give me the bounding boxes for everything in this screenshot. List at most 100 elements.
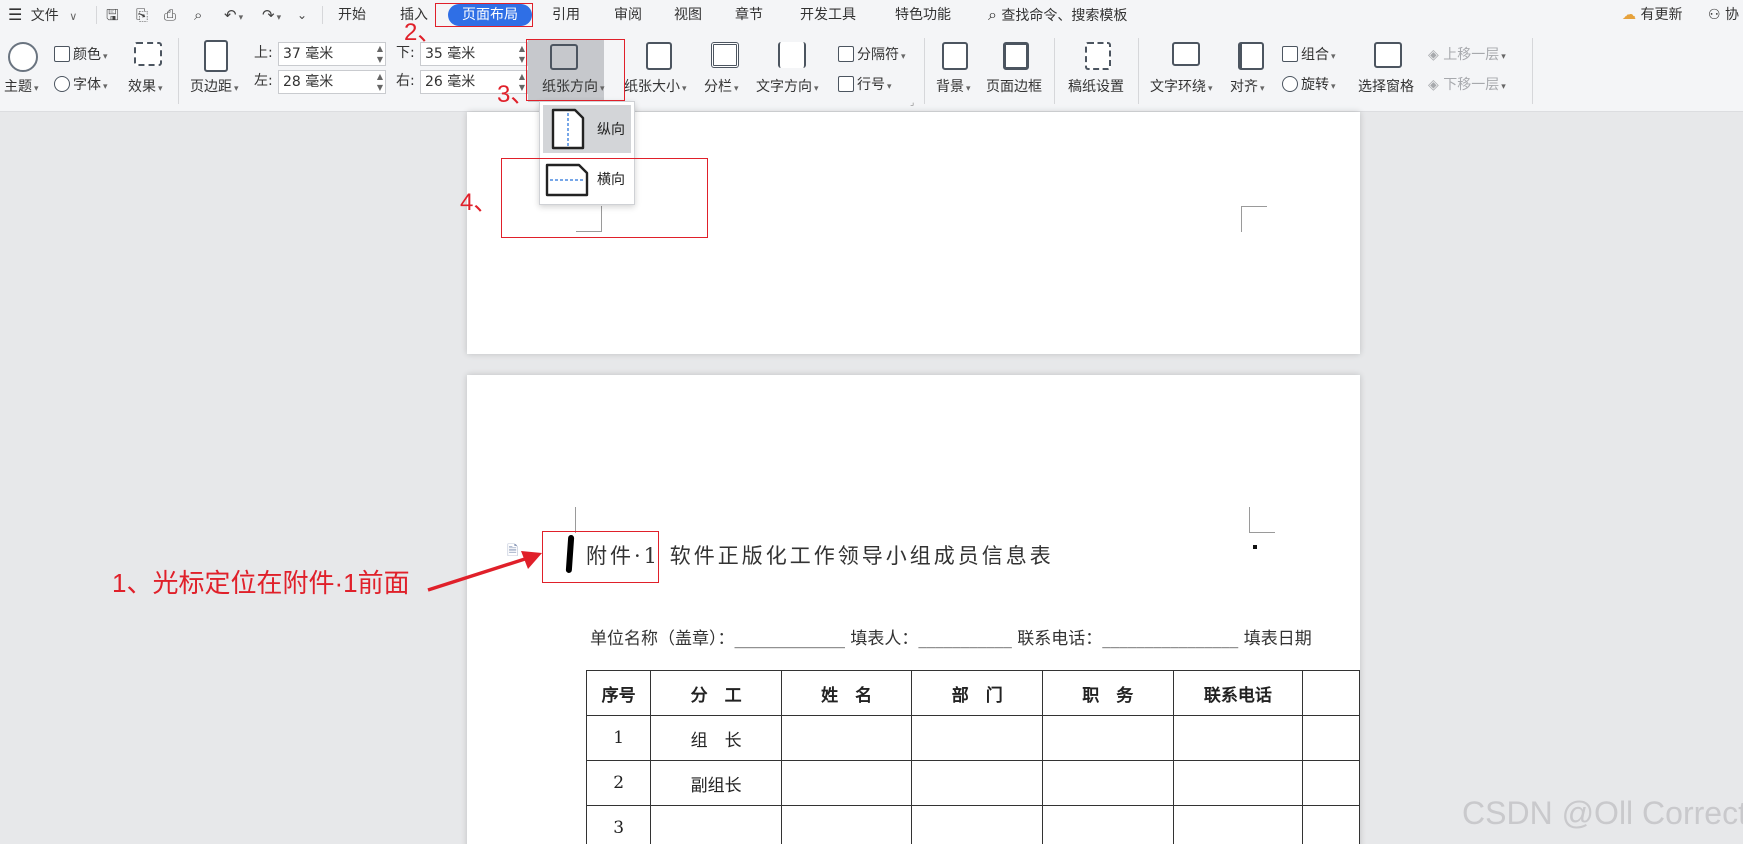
margins-icon[interactable]: [204, 40, 228, 72]
table-cell[interactable]: 3: [586, 805, 652, 844]
save-icon[interactable]: 🖫: [106, 4, 119, 26]
hamburger-icon: ☰: [8, 5, 23, 24]
table-cell[interactable]: [1302, 805, 1360, 844]
tab-home[interactable]: 开始: [338, 4, 366, 26]
table-cell[interactable]: 1: [586, 715, 652, 761]
text-wrap-icon[interactable]: [1172, 42, 1200, 66]
table-cell[interactable]: [1041, 715, 1174, 761]
separator-button[interactable]: 分隔符 ▾: [838, 46, 906, 66]
right-margin-label: 右:: [396, 73, 415, 89]
selection-pane-icon[interactable]: [1374, 42, 1402, 68]
columns-label: 分栏: [704, 79, 732, 95]
print-preview-icon[interactable]: ⌕: [194, 4, 202, 26]
theme-button[interactable]: 主题 ▾: [4, 78, 39, 98]
margins-button[interactable]: 页边距 ▾: [190, 78, 239, 98]
effects-label: 效果: [128, 79, 156, 95]
table-cell[interactable]: 副组长: [650, 760, 782, 806]
tab-developer[interactable]: 开发工具: [800, 4, 856, 26]
table-cell[interactable]: [911, 760, 1043, 806]
collaborate-label: 协: [1725, 7, 1740, 23]
manuscript-settings-button[interactable]: 稿纸设置: [1068, 78, 1124, 96]
tab-special-features[interactable]: 特色功能: [895, 4, 951, 26]
paper-size-icon[interactable]: [646, 42, 672, 70]
text-direction-label: 文字方向: [756, 79, 812, 95]
selection-pane-button[interactable]: 选择窗格: [1358, 78, 1414, 96]
text-wrap-button[interactable]: 文字环绕 ▾: [1150, 78, 1213, 98]
command-search[interactable]: ⌕ 查找命令、搜索模板: [988, 4, 1127, 26]
bring-forward-button[interactable]: ◈ 上移一层 ▾: [1428, 46, 1506, 66]
table-cell[interactable]: 2: [586, 760, 652, 806]
align-label: 对齐: [1230, 79, 1258, 95]
fonts-label: 字体: [73, 77, 101, 93]
bottom-margin-label: 下:: [396, 45, 415, 61]
print-icon[interactable]: ⎙: [164, 4, 176, 26]
user-add-icon: ⚇: [1708, 7, 1721, 23]
line-number-button[interactable]: 行号 ▾: [838, 76, 892, 96]
member-info-table[interactable]: 序号 分 工 姓 名 部 门 职 务 联系电话 1 组 长 2 副组长 3: [586, 670, 1360, 844]
spinner-arrows-icon[interactable]: ▲ ▼: [377, 71, 383, 93]
background-button[interactable]: 背景 ▾: [936, 78, 971, 98]
text-direction-icon[interactable]: [778, 42, 806, 68]
table-header-row: 序号 分 工 姓 名 部 门 职 务 联系电话: [586, 670, 1360, 716]
paper-size-button[interactable]: 纸张大小 ▾: [624, 78, 687, 98]
table-header: [1302, 670, 1360, 716]
manuscript-icon[interactable]: [1085, 42, 1111, 70]
table-cell[interactable]: [1041, 805, 1174, 844]
tab-view[interactable]: 视图: [674, 4, 702, 26]
background-icon[interactable]: [942, 42, 968, 70]
page-border-button[interactable]: 页面边框: [986, 78, 1042, 96]
table-cell[interactable]: [1302, 715, 1360, 761]
table-cell[interactable]: [1302, 760, 1360, 806]
undo-icon[interactable]: ↶ ▾: [224, 4, 243, 26]
table-cell[interactable]: [780, 760, 913, 806]
spinner-arrows-icon[interactable]: ▲ ▼: [377, 43, 383, 65]
columns-icon[interactable]: [711, 42, 739, 68]
left-margin-input[interactable]: 28 毫米 ▲ ▼: [278, 70, 386, 94]
rotate-button[interactable]: 旋转 ▾: [1282, 76, 1336, 96]
page-border-icon[interactable]: [1003, 42, 1029, 70]
table-cell[interactable]: 组 长: [650, 715, 782, 761]
table-cell[interactable]: [911, 715, 1043, 761]
table-cell[interactable]: [1172, 805, 1304, 844]
file-menu[interactable]: ☰ 文件 ∨: [8, 4, 77, 26]
align-button[interactable]: 对齐 ▾: [1230, 78, 1265, 98]
columns-button[interactable]: 分栏 ▾: [704, 78, 739, 98]
table-cell[interactable]: [780, 805, 913, 844]
spinner-arrows-icon[interactable]: ▲ ▼: [519, 43, 525, 65]
table-cell[interactable]: [1172, 715, 1304, 761]
tab-references[interactable]: 引用: [552, 4, 580, 26]
table-clip: 序号 分 工 姓 名 部 门 职 务 联系电话 1 组 长 2 副组长 3: [586, 670, 1360, 844]
font-icon: [54, 76, 70, 92]
tab-chapter[interactable]: 章节: [735, 4, 763, 26]
effects-icon[interactable]: [134, 42, 162, 66]
update-button[interactable]: ☁ 有更新: [1622, 4, 1682, 26]
table-cell[interactable]: [1172, 760, 1304, 806]
annotation-step-1: 1、光标定位在附件·1前面: [112, 568, 410, 598]
colors-button[interactable]: 颜色 ▾: [54, 46, 108, 66]
portrait-option[interactable]: 纵向: [543, 105, 631, 153]
redo-icon[interactable]: ↷ ▾: [262, 4, 281, 26]
send-backward-button[interactable]: ◈ 下移一层 ▾: [1428, 76, 1506, 96]
effects-button[interactable]: 效果 ▾: [128, 78, 163, 98]
table-header: 职 务: [1041, 670, 1174, 716]
customize-toolbar-icon[interactable]: ⌄: [297, 4, 307, 26]
layers-up-icon: ◈: [1428, 47, 1444, 63]
divider: [322, 6, 323, 24]
table-cell[interactable]: [780, 715, 913, 761]
margin-corner-mark: [575, 507, 576, 533]
collaborate-button[interactable]: ⚇ 协: [1708, 4, 1739, 26]
text-direction-button[interactable]: 文字方向 ▾: [756, 78, 819, 98]
ribbon: 主题 ▾ 颜色 ▾ 字体 ▾ 效果 ▾ 页边距 ▾ 上: 37 毫米 ▲ ▼ 左: 28 毫米…: [0, 30, 1743, 112]
dialog-launcher-icon[interactable]: ⌟: [910, 98, 914, 108]
rotate-label: 旋转: [1301, 77, 1329, 93]
format-painter-icon[interactable]: ⎘: [136, 4, 148, 26]
table-cell[interactable]: [1041, 760, 1174, 806]
palette-icon[interactable]: [8, 42, 38, 72]
group-button[interactable]: 组合 ▾: [1282, 46, 1336, 66]
fonts-button[interactable]: 字体 ▾: [54, 76, 108, 96]
top-margin-input[interactable]: 37 毫米 ▲ ▼: [278, 42, 386, 66]
table-cell[interactable]: [650, 805, 782, 844]
tab-review[interactable]: 审阅: [614, 4, 642, 26]
table-cell[interactable]: [911, 805, 1043, 844]
align-icon[interactable]: [1238, 42, 1264, 70]
